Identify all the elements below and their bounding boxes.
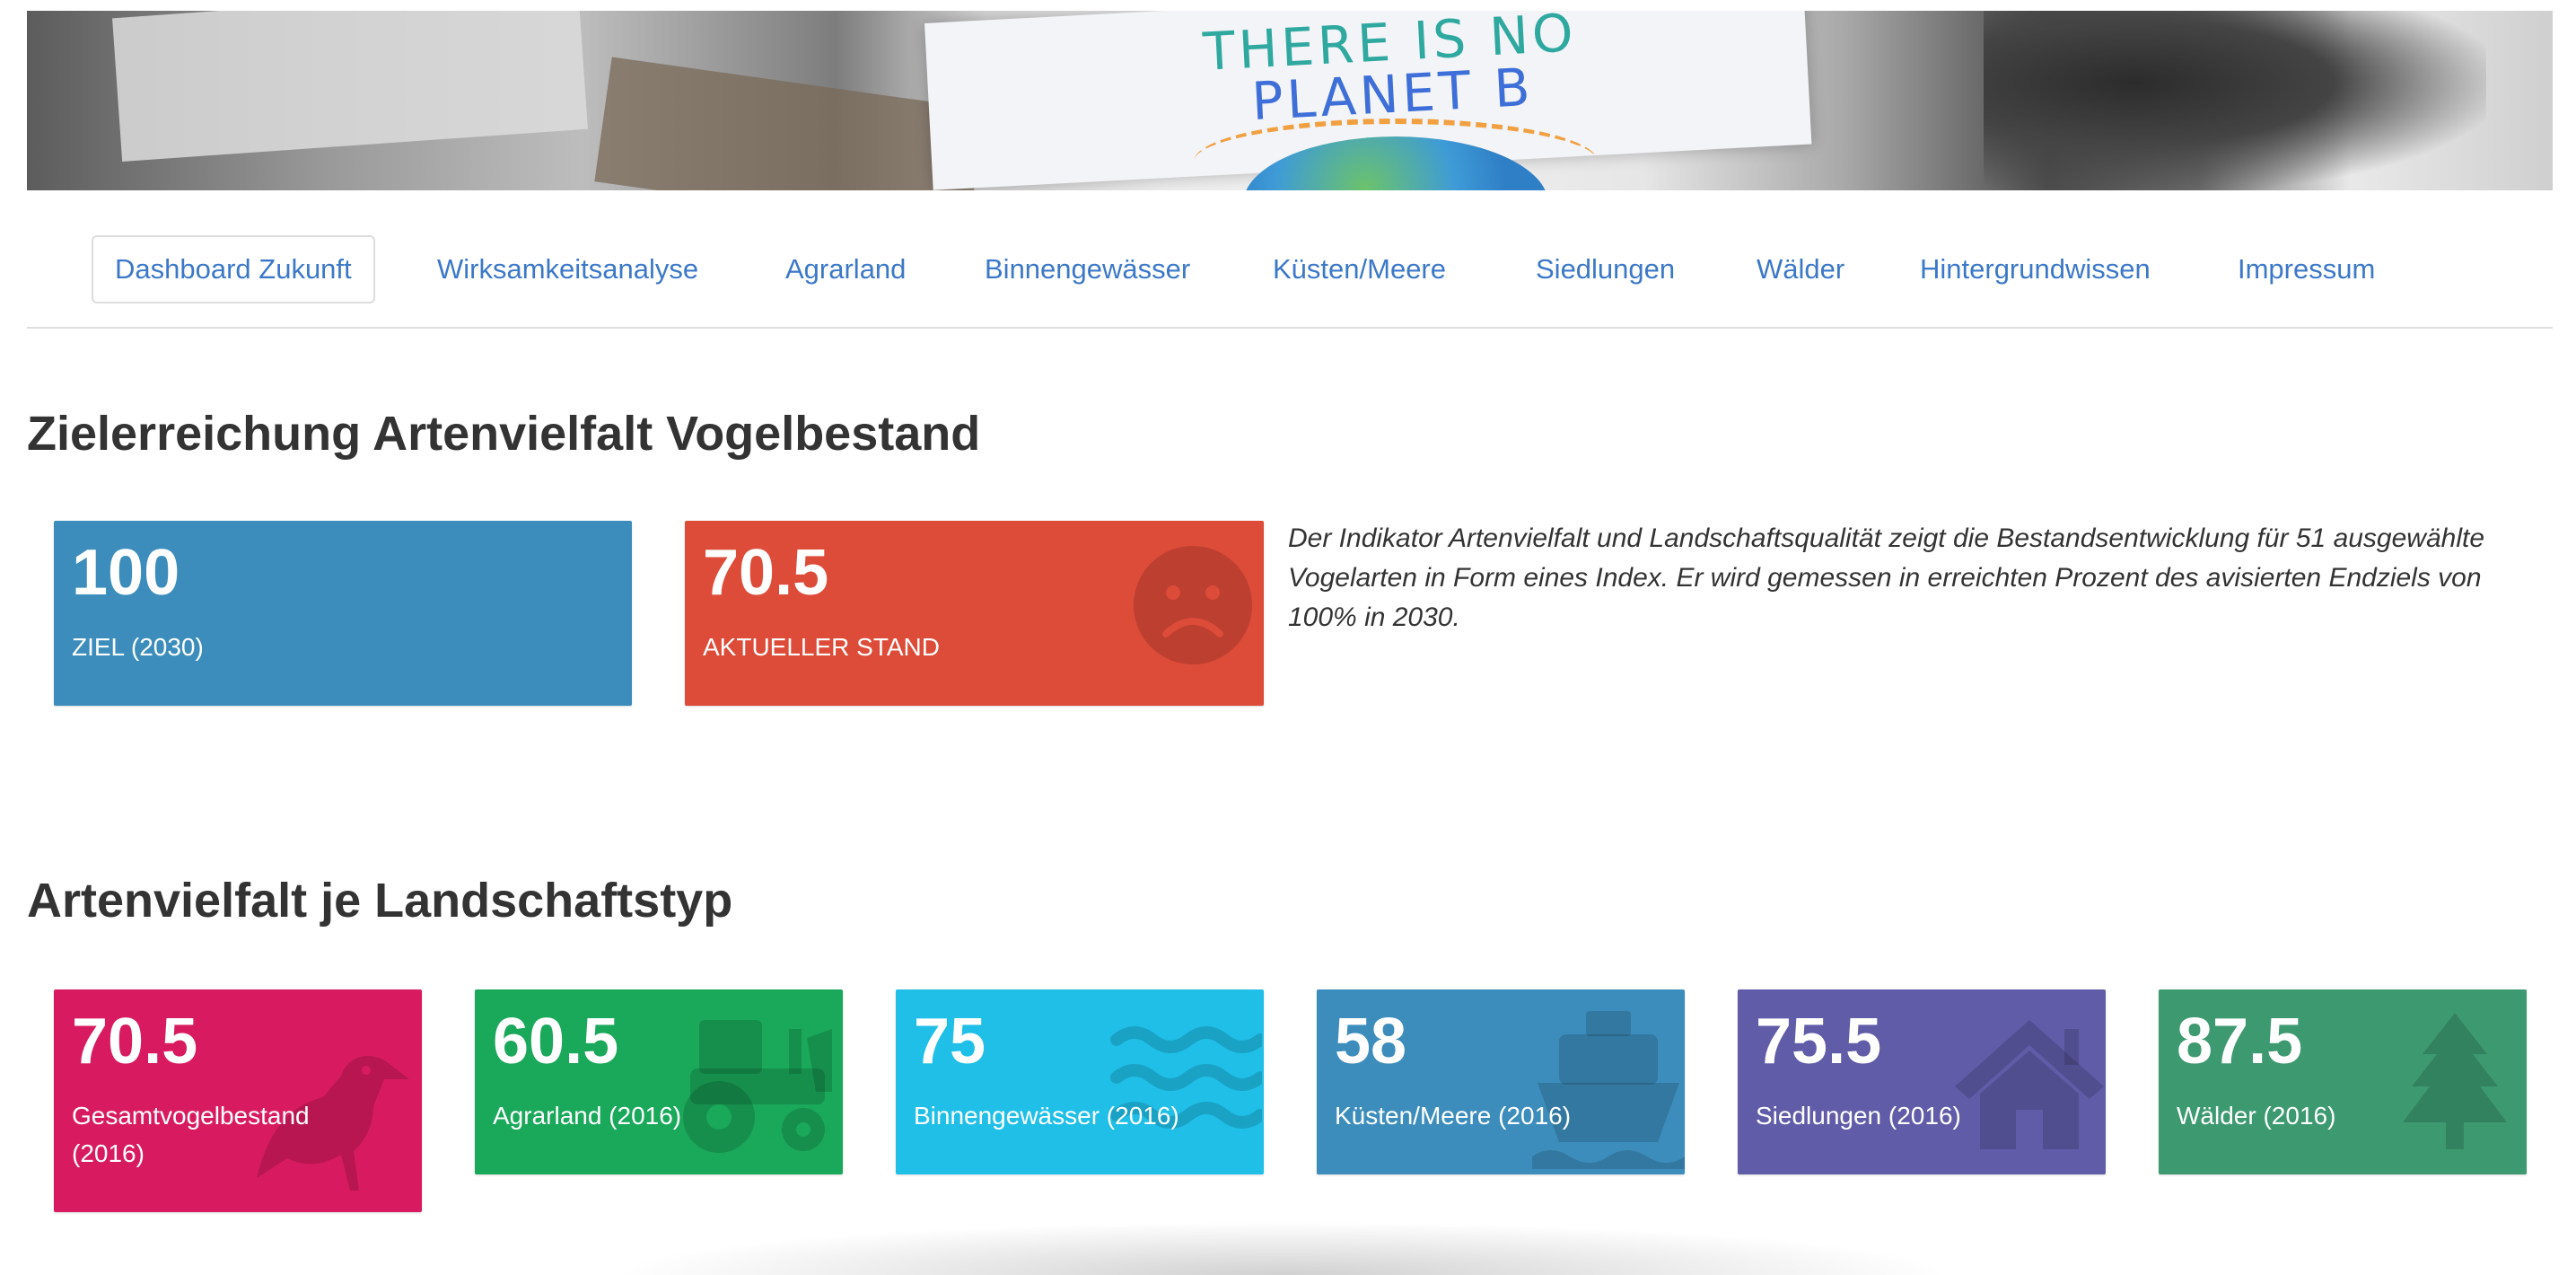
landscape-box-gesamtvogelbestand: 70.5 Gesamtvogelbestand (2016) <box>54 989 422 1212</box>
nav-tab-waelder[interactable]: Wälder <box>1757 235 1844 303</box>
landscape-value-gesamtvogelbestand: 70.5 <box>72 1006 198 1077</box>
landscape-box-agrarland: 60.5 Agrarland (2016) <box>475 989 843 1174</box>
goal-current-box: 70.5 AKTUELLER STAND <box>685 521 1264 706</box>
banner-paper-sign <box>112 11 588 162</box>
landscape-value-agrarland: 60.5 <box>493 1006 619 1077</box>
nav-tab-hintergrundwissen[interactable]: Hintergrundwissen <box>1920 235 2151 303</box>
goal-target-box: 100 ZIEL (2030) <box>54 521 632 706</box>
nav-tab-binnengewaesser[interactable]: Binnengewässer <box>985 235 1190 303</box>
landscape-section-title: Artenvielfalt je Landschaftstyp <box>27 874 733 928</box>
landscape-caption-agrarland: Agrarland (2016) <box>493 1102 682 1130</box>
goal-description: Der Indikator Artenvielfalt und Landscha… <box>1288 523 2485 632</box>
page: THERE IS NO PLANET B Dashboard Zukunft W… <box>0 0 2576 1275</box>
landscape-box-binnengewaesser: 75 Binnengewässer (2016) <box>896 989 1264 1174</box>
goal-target-caption: ZIEL (2030) <box>72 633 204 661</box>
landscape-caption-waelder: Wälder (2016) <box>2177 1102 2336 1130</box>
goal-section-title: Zielerreichung Artenvielfalt Vogelbestan… <box>27 407 981 461</box>
tractor-icon <box>683 1020 832 1153</box>
frown-icon <box>1134 546 1252 664</box>
landscape-caption-binnengewaesser: Binnengewässer (2016) <box>914 1102 1179 1130</box>
ship-icon <box>1532 1011 1685 1169</box>
landscape-box-kuesten-meere: 58 Küsten/Meere (2016) <box>1317 989 1685 1174</box>
tree-icon <box>2403 1013 2507 1149</box>
nav-tab-dashboard-zukunft[interactable]: Dashboard Zukunft <box>92 235 375 303</box>
main-nav: Dashboard Zukunft Wirksamkeitsanalyse Ag… <box>27 232 2553 329</box>
landscape-caption-siedlungen: Siedlungen (2016) <box>1756 1102 1961 1130</box>
goal-target-value: 100 <box>72 537 180 609</box>
landscape-value-siedlungen: 75.5 <box>1756 1006 1882 1077</box>
bottom-shadow <box>610 1221 1957 1275</box>
nav-tab-impressum[interactable]: Impressum <box>2238 235 2375 303</box>
nav-tab-kuesten-meere[interactable]: Küsten/Meere <box>1273 235 1446 303</box>
header-banner-image: THERE IS NO PLANET B <box>27 11 2553 190</box>
home-icon <box>1955 1020 2104 1149</box>
landscape-caption-gesamtvogelbestand: Gesamtvogelbestand (2016) <box>72 1102 310 1167</box>
nav-tab-agrarland[interactable]: Agrarland <box>785 235 906 303</box>
landscape-caption-kuesten-meere: Küsten/Meere (2016) <box>1335 1102 1572 1130</box>
goal-current-value: 70.5 <box>703 537 829 609</box>
banner-person <box>1984 11 2486 190</box>
nav-tab-siedlungen[interactable]: Siedlungen <box>1536 235 1675 303</box>
landscape-value-kuesten-meere: 58 <box>1335 1006 1407 1077</box>
goal-current-caption: AKTUELLER STAND <box>703 633 940 661</box>
landscape-value-waelder: 87.5 <box>2177 1006 2303 1077</box>
landscape-box-siedlungen: 75.5 Siedlungen (2016) <box>1738 989 2106 1174</box>
landscape-value-binnengewaesser: 75 <box>914 1006 986 1077</box>
landscape-box-waelder: 87.5 Wälder (2016) <box>2159 989 2527 1174</box>
nav-tab-wirksamkeitsanalyse[interactable]: Wirksamkeitsanalyse <box>437 235 698 303</box>
